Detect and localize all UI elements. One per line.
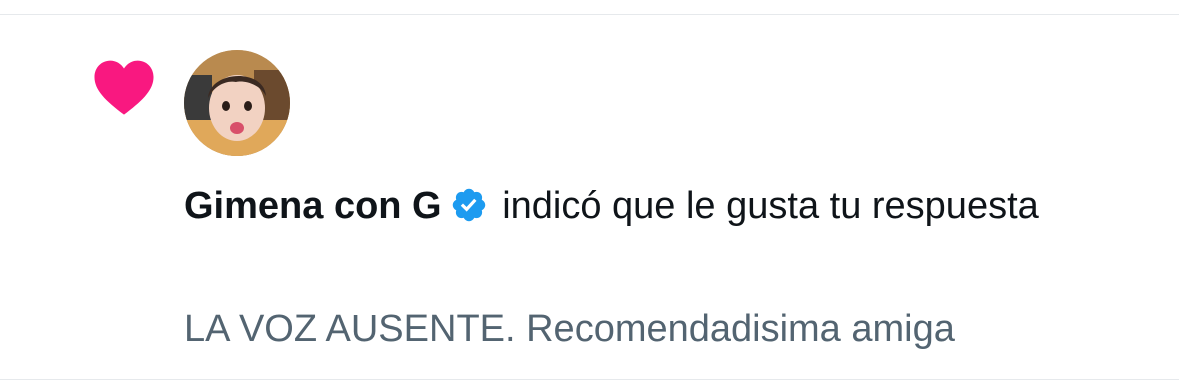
heart-icon: [94, 60, 154, 115]
avatar[interactable]: [184, 50, 290, 156]
notification-text: Gimena con G indicó que le gusta tu resp…: [184, 177, 1084, 235]
reply-preview[interactable]: LA VOZ AUSENTE. Recomendadisima amiga: [184, 303, 955, 355]
like-notification[interactable]: Gimena con G indicó que le gusta tu resp…: [0, 0, 1179, 380]
avatar-photo: [184, 50, 290, 156]
user-name[interactable]: Gimena con G: [184, 185, 442, 227]
action-text: indicó que le gusta tu respuesta: [502, 185, 1039, 227]
verified-icon: [452, 188, 485, 222]
bottom-divider: [0, 379, 1179, 380]
